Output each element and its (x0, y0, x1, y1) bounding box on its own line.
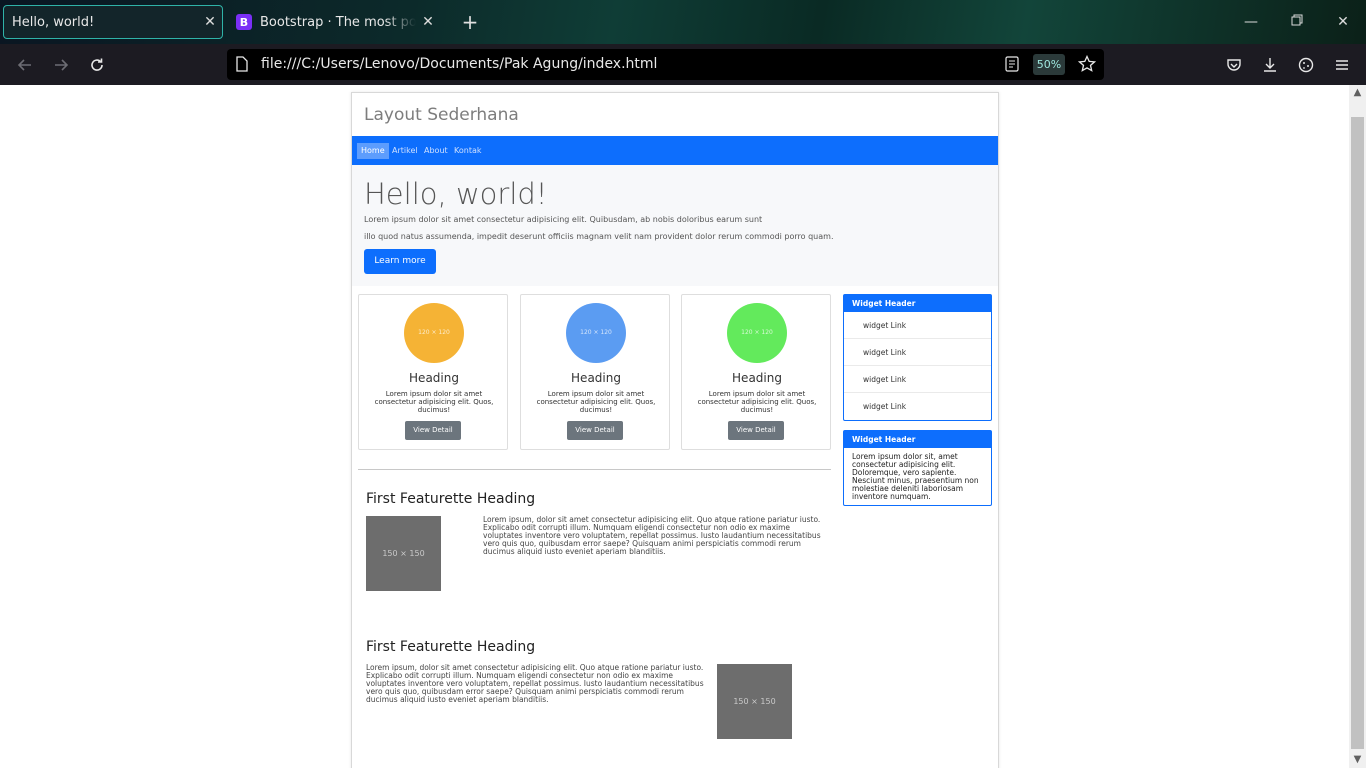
widget-body-text: Lorem ipsum dolor sit, amet consectetur … (852, 452, 979, 501)
back-arrow-icon[interactable] (12, 52, 38, 78)
divider (358, 469, 831, 470)
jumbotron-text-line1: Lorem ipsum dolor sit amet consectetur a… (364, 215, 763, 224)
widget-header: Widget Header (844, 431, 991, 448)
featurette-image-placeholder: 150 × 150 (366, 516, 441, 591)
page-scrollbar[interactable]: ▲ ▼ (1349, 85, 1366, 768)
page-container: Layout Sederhana Home Artikel About Kont… (351, 92, 999, 768)
restore-icon[interactable] (1282, 10, 1312, 34)
featurette-text: Lorem ipsum, dolor sit amet consectetur … (483, 515, 821, 556)
card-image-placeholder: 120 × 120 (566, 303, 626, 363)
featurette-image-placeholder: 150 × 150 (717, 664, 792, 739)
widget-link[interactable]: widget Link (844, 366, 991, 393)
zoom-level-badge[interactable]: 50% (1033, 54, 1065, 75)
tab-bootstrap[interactable]: B Bootstrap · The most popular HTML ✕ (230, 5, 440, 39)
view-detail-button[interactable]: View Detail (405, 421, 461, 440)
pocket-icon[interactable] (1221, 52, 1247, 78)
browser-titlebar: Hello, world! ✕ B Bootstrap · The most p… (0, 0, 1366, 44)
jumbotron-text-line2: illo quod natus assumenda, impedit deser… (364, 232, 834, 241)
nav-link-home[interactable]: Home (357, 143, 389, 159)
view-detail-button[interactable]: View Detail (728, 421, 784, 440)
card-image-placeholder: 120 × 120 (727, 303, 787, 363)
card-heading: Heading (571, 371, 621, 385)
bookmark-star-icon[interactable] (1077, 54, 1097, 77)
card-text: Lorem ipsum dolor sit amet consectetur a… (374, 390, 494, 414)
card: 120 × 120 Heading Lorem ipsum dolor sit … (358, 294, 508, 450)
jumbotron: Hello, world! Lorem ipsum dolor sit amet… (352, 165, 998, 286)
scroll-thumb[interactable] (1351, 117, 1364, 749)
card-heading: Heading (732, 371, 782, 385)
card-text: Lorem ipsum dolor sit amet consectetur a… (697, 390, 817, 414)
file-page-icon (236, 56, 248, 76)
widget-header: Widget Header (844, 295, 991, 312)
browser-toolbar: file:///C:/Users/Lenovo/Documents/Pak Ag… (0, 44, 1366, 85)
card: 120 × 120 Heading Lorem ipsum dolor sit … (681, 294, 831, 450)
nav-link-about[interactable]: About (420, 143, 452, 159)
new-tab-plus-icon[interactable]: + (458, 10, 482, 34)
bootstrap-favicon-icon: B (236, 14, 252, 30)
forward-arrow-icon[interactable] (48, 52, 74, 78)
tab-title: Hello, world! (12, 14, 95, 30)
reader-view-icon[interactable] (1005, 56, 1019, 76)
close-window-icon[interactable]: ✕ (1328, 10, 1358, 34)
widget-link[interactable]: widget Link (844, 312, 991, 339)
card: 120 × 120 Heading Lorem ipsum dolor sit … (520, 294, 670, 450)
learn-more-button[interactable]: Learn more (364, 249, 436, 274)
reload-icon[interactable] (84, 52, 110, 78)
url-text[interactable]: file:///C:/Users/Lenovo/Documents/Pak Ag… (261, 56, 657, 72)
nav-link-artikel[interactable]: Artikel (388, 143, 422, 159)
view-detail-button[interactable]: View Detail (567, 421, 623, 440)
card-image-placeholder: 120 × 120 (404, 303, 464, 363)
tab-close-icon[interactable]: ✕ (198, 14, 222, 30)
cookie-extension-icon[interactable] (1293, 52, 1319, 78)
widget-link[interactable]: widget Link (844, 393, 991, 420)
scroll-down-arrow-icon[interactable]: ▼ (1349, 752, 1366, 768)
tab-close-icon[interactable]: ✕ (416, 14, 440, 30)
scroll-up-arrow-icon[interactable]: ▲ (1349, 85, 1366, 101)
tab-hello-world[interactable]: Hello, world! ✕ (3, 5, 223, 39)
hamburger-menu-icon[interactable] (1329, 52, 1355, 78)
downloads-icon[interactable] (1257, 52, 1283, 78)
featurette-text: Lorem ipsum, dolor sit amet consectetur … (366, 663, 704, 704)
featurette-heading: First Featurette Heading (366, 639, 536, 655)
page-viewport: Layout Sederhana Home Artikel About Kont… (0, 85, 1349, 768)
tab-title: Bootstrap · The most popular HTML (260, 14, 416, 30)
site-title: Layout Sederhana (364, 105, 519, 125)
card-text: Lorem ipsum dolor sit amet consectetur a… (536, 390, 656, 414)
card-heading: Heading (409, 371, 459, 385)
widget-links: Widget Header widget Link widget Link wi… (843, 294, 992, 421)
jumbotron-title: Hello, world! (364, 177, 548, 211)
widget-link[interactable]: widget Link (844, 339, 991, 366)
site-navbar: Home Artikel About Kontak (352, 136, 998, 165)
minimize-icon[interactable]: — (1236, 10, 1266, 34)
featurette-heading: First Featurette Heading (366, 491, 536, 507)
address-bar[interactable]: file:///C:/Users/Lenovo/Documents/Pak Ag… (227, 49, 1104, 80)
nav-link-kontak[interactable]: Kontak (450, 143, 485, 159)
widget-text: Widget Header Lorem ipsum dolor sit, ame… (843, 430, 992, 506)
